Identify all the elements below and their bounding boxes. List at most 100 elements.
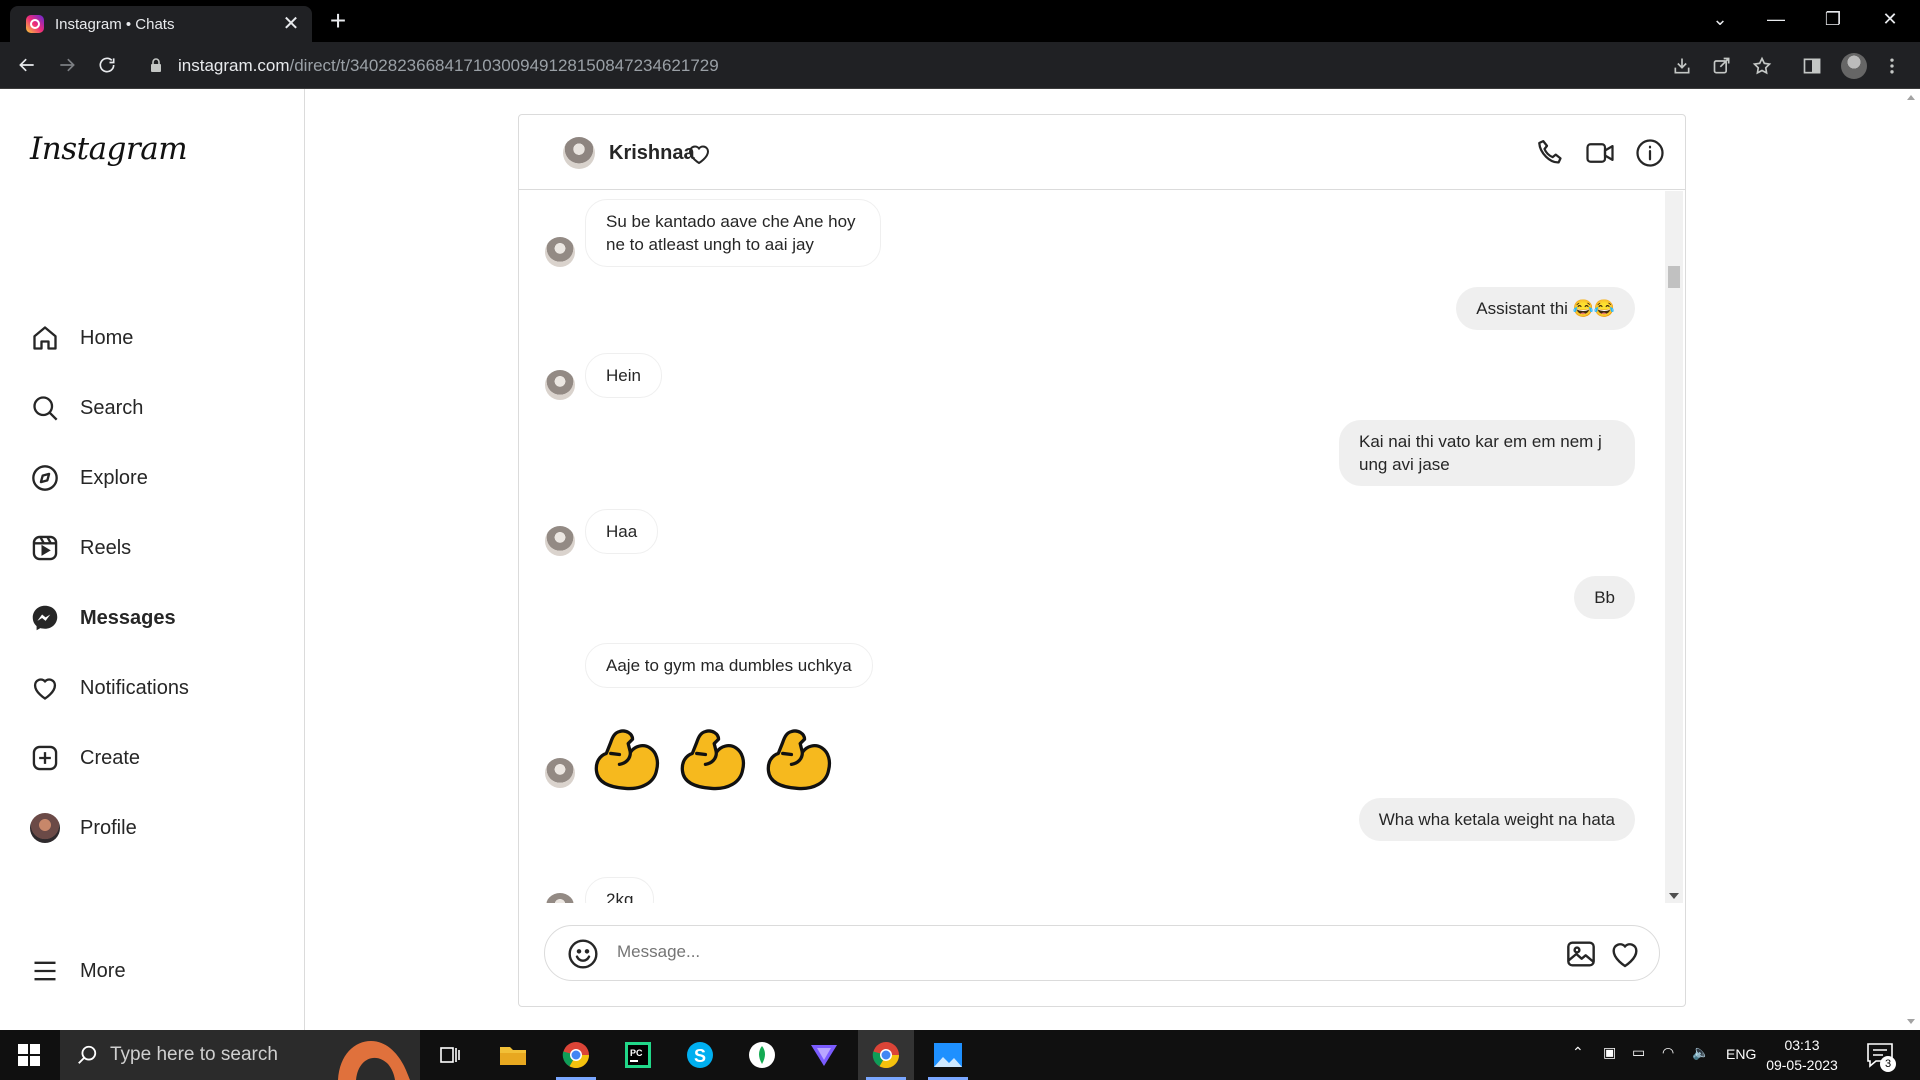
sidebar-item-reels[interactable]: Reels	[30, 524, 280, 572]
phone-icon	[1538, 140, 1562, 164]
message-bubble-sent[interactable]: Wha wha ketala weight na hata	[1358, 798, 1635, 841]
browser-tab-active[interactable]: Instagram • Chats ✕	[10, 6, 312, 42]
minimize-button[interactable]: —	[1756, 4, 1796, 34]
wifi-icon[interactable]: ◠	[1662, 1044, 1674, 1061]
audio-call-button[interactable]	[1534, 137, 1566, 169]
share-icon[interactable]	[1710, 54, 1734, 78]
chrome-icon	[872, 1042, 900, 1069]
taskbar-search-box[interactable]: Type here to search	[60, 1030, 420, 1080]
browser-profile-avatar[interactable]	[1841, 53, 1867, 79]
compass-icon	[30, 463, 60, 493]
sidebar-item-home[interactable]: Home	[30, 314, 280, 362]
scroll-down-arrow-icon[interactable]	[1669, 893, 1679, 899]
tab-search-chevron-icon[interactable]: ⌄	[1700, 4, 1740, 34]
skype-icon: S	[687, 1042, 713, 1068]
page-scrollbar[interactable]	[1903, 89, 1920, 1030]
taskbar-mongodb-compass[interactable]	[734, 1030, 790, 1080]
message-bubble-received[interactable]: Aaje to gym ma dumbles uchkya	[585, 643, 873, 688]
search-icon	[78, 1045, 97, 1064]
tab-close-icon[interactable]: ✕	[280, 13, 302, 35]
message-input[interactable]	[617, 942, 1517, 962]
svg-text:S: S	[694, 1046, 706, 1066]
new-tab-button[interactable]: +	[325, 6, 351, 36]
contact-avatar-small[interactable]	[545, 237, 575, 267]
sidebar-item-more[interactable]: More	[30, 947, 280, 995]
messenger-icon	[30, 603, 60, 633]
sidebar-item-explore[interactable]: Explore	[30, 454, 280, 502]
taskbar-chrome[interactable]	[548, 1030, 604, 1080]
video-call-button[interactable]	[1584, 137, 1616, 169]
message-bubble-received[interactable]: Hein	[585, 353, 662, 398]
instagram-sidebar: Instagram Home Search Explore Reels Mess…	[0, 89, 305, 1030]
notification-count-badge: 3	[1880, 1056, 1896, 1072]
contact-avatar-small[interactable]	[545, 758, 575, 788]
restore-button[interactable]: ❐	[1813, 4, 1853, 34]
emoji-picker-icon[interactable]	[567, 938, 599, 970]
bookmark-star-icon[interactable]	[1750, 54, 1774, 78]
side-panel-icon[interactable]	[1800, 54, 1824, 78]
taskbar-pycharm[interactable]: PC	[610, 1030, 666, 1080]
message-emoji-large[interactable]	[591, 725, 833, 795]
svg-text:PC: PC	[630, 1048, 643, 1058]
taskbar-vpn-app[interactable]	[796, 1030, 852, 1080]
flexed-biceps-emoji	[766, 729, 832, 791]
message-bubble-sent[interactable]: Kai nai thi vato kar em em nem j ung avi…	[1339, 420, 1635, 486]
message-bubble-received[interactable]: Su be kantado aave che Ane hoy ne to atl…	[585, 199, 881, 267]
sidebar-item-profile[interactable]: Profile	[30, 804, 280, 852]
close-window-button[interactable]: ✕	[1870, 4, 1910, 34]
volume-icon[interactable]: 🔈	[1692, 1044, 1709, 1061]
like-heart-icon[interactable]	[1609, 938, 1641, 970]
taskbar-chrome-active[interactable]	[858, 1030, 914, 1080]
contact-avatar-small[interactable]	[545, 893, 575, 903]
contact-name[interactable]: Krishnaa	[609, 142, 695, 165]
message-bubble-sent[interactable]: Bb	[1574, 576, 1635, 619]
sidebar-item-label: Create	[80, 746, 141, 769]
sidebar-item-messages[interactable]: Messages	[30, 594, 280, 642]
contact-avatar[interactable]	[563, 137, 595, 169]
contact-avatar-small[interactable]	[545, 526, 575, 556]
taskbar-file-explorer[interactable]	[485, 1030, 541, 1080]
scroll-up-arrow-icon[interactable]	[1907, 95, 1915, 100]
taskbar-photos[interactable]	[920, 1030, 976, 1080]
instagram-favicon-icon	[26, 15, 44, 33]
message-bubble-received[interactable]: Haa	[585, 509, 659, 554]
folder-icon	[500, 1047, 526, 1065]
show-hidden-icons-chevron-icon[interactable]: ⌃	[1572, 1044, 1584, 1061]
url-path: /direct/t/340282366841710300949128150847…	[289, 56, 719, 75]
battery-icon[interactable]: ▭	[1632, 1044, 1645, 1061]
contact-avatar-small[interactable]	[545, 370, 575, 400]
sidebar-item-label: Messages	[80, 606, 176, 629]
reload-button[interactable]	[92, 50, 122, 80]
address-bar[interactable]: instagram.com/direct/t/34028236684171030…	[138, 48, 1658, 83]
forward-button[interactable]	[52, 50, 82, 80]
taskbar-clock[interactable]: 03:13 09-05-2023	[1764, 1035, 1840, 1075]
chrome-icon	[562, 1042, 590, 1069]
info-icon	[1636, 139, 1664, 167]
image-upload-icon[interactable]	[1565, 938, 1597, 970]
url-host: instagram.com	[178, 56, 290, 75]
sidebar-item-notifications[interactable]: Notifications	[30, 664, 280, 712]
start-button[interactable]	[0, 1030, 58, 1080]
message-bubble-received[interactable]: 2kg	[585, 877, 655, 903]
install-app-icon[interactable]	[1670, 54, 1694, 78]
scrollbar-thumb[interactable]	[1668, 266, 1680, 288]
pycharm-icon: PC	[625, 1042, 651, 1068]
conversation-info-button[interactable]	[1634, 137, 1666, 169]
browser-menu-icon[interactable]	[1880, 54, 1904, 78]
taskbar-skype[interactable]: S	[672, 1030, 728, 1080]
scroll-down-arrow-icon[interactable]	[1907, 1019, 1915, 1024]
sidebar-item-search[interactable]: Search	[30, 384, 280, 432]
message-thread[interactable]: Su be kantado aave che Ane hoy ne to atl…	[519, 191, 1665, 903]
search-highlight-arch-icon	[338, 1041, 410, 1080]
back-button[interactable]	[12, 50, 42, 80]
sidebar-item-create[interactable]: Create	[30, 734, 280, 782]
input-language[interactable]: ENG	[1726, 1046, 1756, 1062]
thread-scrollbar[interactable]	[1665, 191, 1683, 903]
url-text: instagram.com/direct/t/34028236684171030…	[178, 56, 719, 76]
sidebar-item-label: More	[80, 959, 126, 982]
instagram-logo[interactable]: Instagram	[30, 131, 188, 167]
message-bubble-sent[interactable]: Assistant thi 😂😂	[1456, 287, 1635, 330]
task-view-button[interactable]	[422, 1030, 478, 1080]
device-icon[interactable]: ▣	[1603, 1044, 1616, 1061]
chat-header: Krishnaa	[519, 115, 1685, 190]
